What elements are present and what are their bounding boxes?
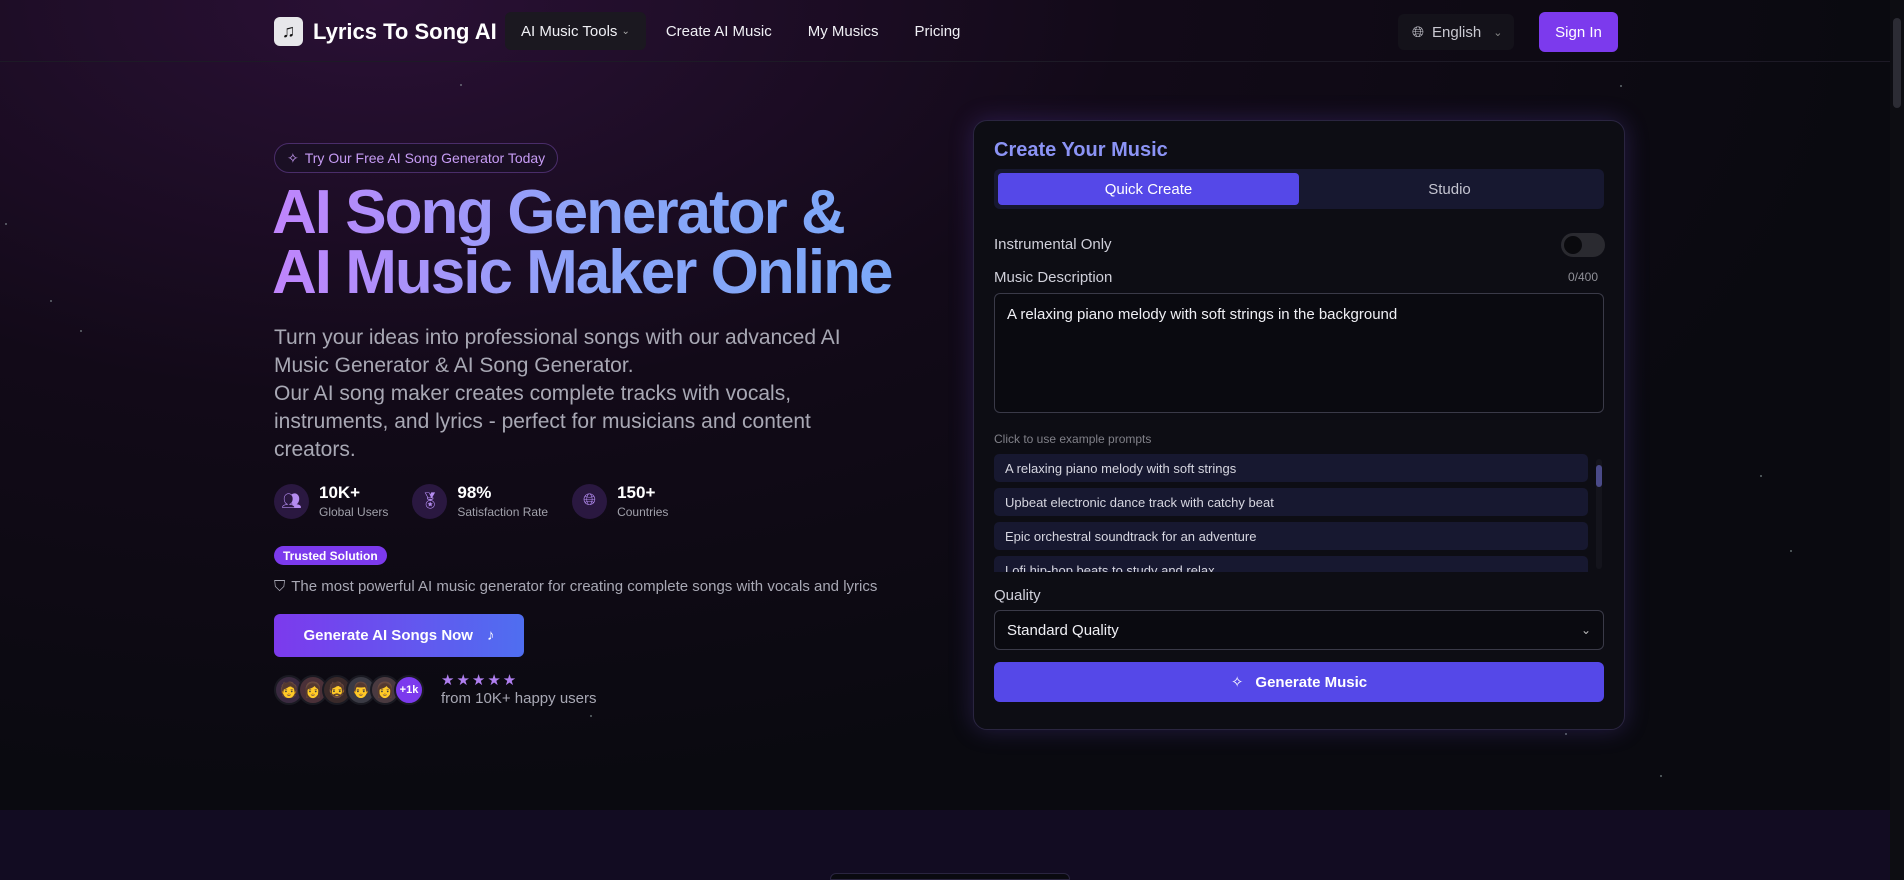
stats-row: 👥︎ 10K+ Global Users 🏅︎ 98% Satisfaction… bbox=[274, 483, 668, 519]
music-description-input[interactable]: A relaxing piano melody with soft string… bbox=[994, 293, 1604, 413]
nav-my-musics[interactable]: My Musics bbox=[792, 12, 895, 50]
star-decoration bbox=[1790, 550, 1792, 552]
star-decoration bbox=[1760, 475, 1762, 477]
card-title: Create Your Music bbox=[994, 139, 1168, 161]
stat-satisfaction: 🏅︎ 98% Satisfaction Rate bbox=[412, 483, 548, 519]
star-decoration bbox=[5, 223, 7, 225]
promo-pill-text: Try Our Free AI Song Generator Today bbox=[304, 150, 546, 166]
music-note-icon: ♪ bbox=[486, 627, 495, 644]
language-label: English bbox=[1432, 23, 1482, 41]
nav-ai-music-tools[interactable]: AI Music Tools ⌄ bbox=[505, 12, 646, 50]
nav-pricing[interactable]: Pricing bbox=[899, 12, 977, 50]
examples-label: Click to use example prompts bbox=[994, 432, 1152, 446]
hero-description-line-1: Turn your ideas into professional songs … bbox=[274, 326, 841, 377]
example-prompts-list: A relaxing piano melody with soft string… bbox=[994, 454, 1588, 572]
hero-title: AI Song Generator & AI Music Maker Onlin… bbox=[272, 182, 912, 304]
hero-description-line-2: Our AI song maker creates complete track… bbox=[274, 382, 811, 461]
stat-label: Global Users bbox=[319, 505, 389, 519]
logo[interactable]: ♫ Lyrics To Song AI bbox=[274, 17, 497, 46]
sparkle-icon: ✧ bbox=[1230, 674, 1244, 691]
star-decoration bbox=[1565, 733, 1567, 735]
example-prompt[interactable]: Upbeat electronic dance track with catch… bbox=[994, 488, 1588, 516]
stat-countries: 🌐︎ 150+ Countries bbox=[572, 483, 668, 519]
quality-select[interactable]: Standard Quality ⌄ bbox=[994, 610, 1604, 650]
user-avatars: 🧑 👩 🧔 👨 👩 +1k bbox=[274, 675, 424, 705]
chevron-down-icon: ⌄ bbox=[621, 25, 630, 37]
music-description-label: Music Description bbox=[994, 269, 1113, 286]
quality-selected: Standard Quality bbox=[1007, 621, 1119, 639]
toggle-knob bbox=[1564, 236, 1582, 254]
example-prompt[interactable]: Lofi hip-hop beats to study and relax bbox=[994, 556, 1588, 572]
trusted-badge: Trusted Solution bbox=[274, 546, 387, 565]
generate-music-label: Generate Music bbox=[1255, 673, 1368, 691]
rating-stars-icon: ★★★★★ bbox=[441, 672, 519, 689]
language-selector[interactable]: 🌐︎ English ⌄ bbox=[1398, 14, 1514, 50]
examples-scrollbar-thumb[interactable] bbox=[1596, 465, 1602, 487]
example-prompt[interactable]: Epic orchestral soundtrack for an advent… bbox=[994, 522, 1588, 550]
globe-icon: 🌐︎ bbox=[572, 483, 608, 519]
sparkle-icon: ✧ bbox=[287, 149, 299, 166]
bottom-section-edge bbox=[830, 873, 1070, 880]
tab-studio[interactable]: Studio bbox=[1299, 173, 1600, 205]
powerful-tagline-text: The most powerful AI music generator for… bbox=[291, 578, 878, 595]
stat-value: 150+ bbox=[617, 483, 656, 502]
chevron-down-icon: ⌄ bbox=[1580, 623, 1591, 637]
generate-songs-button[interactable]: Generate AI Songs Now ♪ bbox=[274, 614, 524, 657]
award-icon: 🏅︎ bbox=[412, 483, 448, 519]
star-decoration bbox=[1660, 775, 1662, 777]
avatar-more: +1k bbox=[394, 675, 424, 705]
page-scrollbar[interactable] bbox=[1890, 0, 1904, 880]
generate-music-button[interactable]: ✧ Generate Music bbox=[994, 662, 1604, 702]
star-decoration bbox=[460, 84, 462, 86]
nav-links: AI Music Tools ⌄ Create AI Music My Musi… bbox=[505, 12, 980, 50]
stat-value: 98% bbox=[457, 483, 492, 502]
stat-value: 10K+ bbox=[319, 483, 361, 502]
powerful-tagline: ⛉ The most powerful AI music generator f… bbox=[274, 578, 877, 595]
next-section-background bbox=[0, 810, 1904, 880]
hero-description: Turn your ideas into professional songs … bbox=[274, 324, 874, 464]
nav-link-label: AI Music Tools bbox=[521, 22, 618, 40]
example-prompt[interactable]: A relaxing piano melody with soft string… bbox=[994, 454, 1588, 482]
instrumental-label: Instrumental Only bbox=[994, 236, 1112, 253]
globe-icon: 🌐︎ bbox=[1412, 23, 1425, 41]
shield-icon: ⛉ bbox=[274, 578, 286, 595]
scrollbar-thumb[interactable] bbox=[1893, 18, 1901, 108]
logo-text: Lyrics To Song AI bbox=[313, 18, 497, 44]
mode-tabs: Quick Create Studio bbox=[994, 169, 1604, 209]
stat-users: 👥︎ 10K+ Global Users bbox=[274, 483, 388, 519]
quality-label: Quality bbox=[994, 587, 1041, 604]
star-decoration bbox=[1620, 85, 1622, 87]
instrumental-toggle[interactable] bbox=[1561, 233, 1605, 257]
sign-in-button[interactable]: Sign In bbox=[1539, 12, 1618, 52]
logo-icon: ♫ bbox=[274, 17, 303, 46]
happy-users-text: from 10K+ happy users bbox=[441, 690, 597, 707]
star-decoration bbox=[590, 715, 592, 717]
tab-quick-create[interactable]: Quick Create bbox=[998, 173, 1299, 205]
examples-scrollbar[interactable] bbox=[1596, 459, 1602, 569]
generate-songs-label: Generate AI Songs Now bbox=[303, 627, 473, 644]
star-decoration bbox=[50, 300, 52, 302]
promo-pill: ✧ Try Our Free AI Song Generator Today bbox=[274, 143, 559, 173]
stat-label: Countries bbox=[617, 505, 669, 519]
stat-label: Satisfaction Rate bbox=[457, 505, 549, 519]
star-decoration bbox=[80, 330, 82, 332]
char-count: 0/400 bbox=[1568, 270, 1599, 284]
chevron-down-icon: ⌄ bbox=[1493, 26, 1503, 39]
create-music-card: Create Your Music Quick Create Studio In… bbox=[973, 120, 1625, 730]
nav-create-ai-music[interactable]: Create AI Music bbox=[650, 12, 788, 50]
users-icon: 👥︎ bbox=[274, 483, 309, 519]
top-nav: ♫ Lyrics To Song AI AI Music Tools ⌄ Cre… bbox=[0, 0, 1890, 62]
